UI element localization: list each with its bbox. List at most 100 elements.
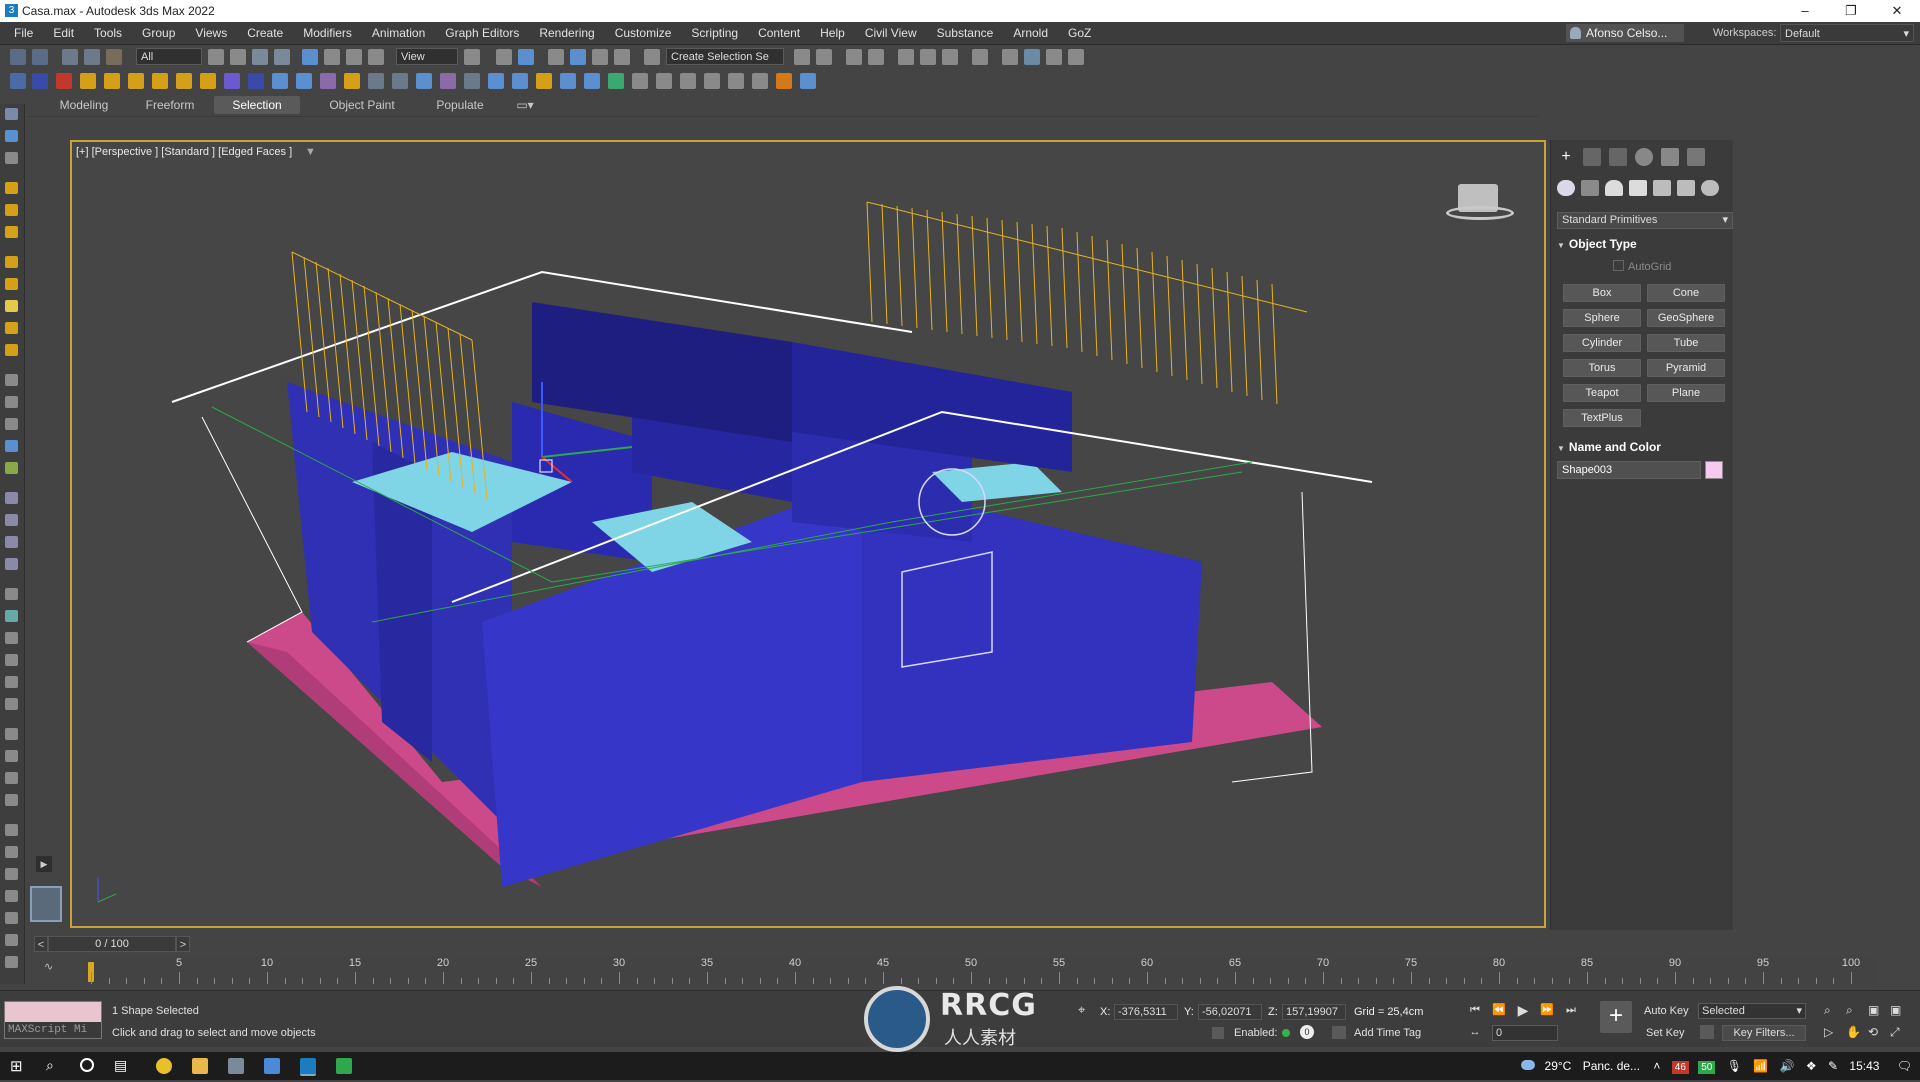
set-key-button[interactable]: Set Key	[1646, 1027, 1685, 1039]
grey-tool-2-icon[interactable]	[392, 73, 408, 89]
clock-time[interactable]: 15:43	[1849, 1059, 1879, 1073]
yellow-tool-2-icon[interactable]	[128, 73, 144, 89]
menu-graph-editors[interactable]: Graph Editors	[435, 22, 529, 44]
weather-icon[interactable]	[1521, 1060, 1536, 1070]
yellow-tool-4-icon[interactable]	[176, 73, 192, 89]
strip-icon-5[interactable]	[5, 204, 18, 216]
mirror-icon[interactable]	[794, 49, 810, 65]
go-to-start-icon[interactable]: ⏮	[1468, 1003, 1482, 1017]
strip-icon-15[interactable]	[5, 440, 18, 452]
plane-button[interactable]: Plane	[1647, 384, 1725, 402]
key-tangent-icon[interactable]	[1700, 1025, 1714, 1039]
bind-space-warp-icon[interactable]	[106, 49, 122, 65]
strip-icon-20[interactable]	[5, 558, 18, 570]
menu-scripting[interactable]: Scripting	[681, 22, 748, 44]
x-coordinate-input[interactable]: -376,5311	[1114, 1004, 1178, 1020]
zoom-extents-icon[interactable]: ▣	[1868, 1003, 1879, 1017]
curve-editor-icon[interactable]	[920, 49, 936, 65]
dropbox-icon[interactable]: ❖	[1806, 1059, 1817, 1073]
menu-arnold[interactable]: Arnold	[1003, 22, 1058, 44]
selection-set-select[interactable]: Selected ▾	[1698, 1003, 1806, 1019]
purple-tool-icon[interactable]	[320, 73, 336, 89]
strip-icon-4[interactable]	[5, 182, 18, 194]
blue-tool-6-icon[interactable]	[512, 73, 528, 89]
tray-badge-green[interactable]: 50	[1698, 1061, 1716, 1074]
pivot-icon[interactable]	[464, 49, 480, 65]
display-tab-icon[interactable]	[1661, 148, 1679, 166]
strip-icon-31[interactable]	[5, 824, 18, 836]
tab-object-paint[interactable]: Object Paint	[312, 96, 412, 114]
menu-help[interactable]: Help	[810, 22, 855, 44]
strip-icon-10[interactable]	[5, 322, 18, 334]
menu-customize[interactable]: Customize	[605, 22, 682, 44]
strip-icon-34[interactable]	[5, 890, 18, 902]
utilities-tab-icon[interactable]	[1687, 148, 1705, 166]
selection-filter-select[interactable]: All	[136, 48, 202, 65]
spinner-snap-icon[interactable]	[614, 49, 630, 65]
blue-tool-5-icon[interactable]	[488, 73, 504, 89]
cortana-icon[interactable]	[80, 1058, 94, 1072]
isolate-icon[interactable]: 0	[1300, 1025, 1314, 1039]
rect-selection-icon[interactable]	[252, 49, 268, 65]
menu-goz[interactable]: GoZ	[1058, 22, 1101, 44]
strip-icon-25[interactable]	[5, 676, 18, 688]
blue-tool-1-icon[interactable]	[248, 73, 264, 89]
user-account-button[interactable]: Afonso Celso...	[1566, 24, 1684, 42]
file-explorer-icon[interactable]	[192, 1058, 208, 1074]
link-icon[interactable]	[62, 49, 78, 65]
object-name-input[interactable]: Shape003	[1557, 461, 1701, 479]
modify-tab-icon[interactable]	[1583, 148, 1601, 166]
prev-key-icon[interactable]: ⏪	[1492, 1003, 1506, 1017]
strip-icon-28[interactable]	[5, 750, 18, 762]
blue-tool-4-icon[interactable]	[416, 73, 432, 89]
auto-key-button[interactable]: Auto Key	[1644, 1005, 1689, 1017]
menu-edit[interactable]: Edit	[43, 22, 84, 44]
menu-file[interactable]: File	[4, 22, 43, 44]
strip-icon-11[interactable]	[5, 344, 18, 356]
maxscript-listener[interactable]: MAXScript Mi	[4, 1001, 102, 1039]
app-icon-blue[interactable]	[264, 1058, 280, 1074]
menu-rendering[interactable]: Rendering	[529, 22, 604, 44]
object-color-swatch[interactable]	[1705, 461, 1723, 479]
checker-icon[interactable]	[680, 73, 696, 89]
menu-content[interactable]: Content	[748, 22, 810, 44]
purple-tool-2-icon[interactable]	[440, 73, 456, 89]
box-button[interactable]: Box	[1563, 284, 1641, 302]
y-coordinate-input[interactable]: -56,02071	[1198, 1004, 1262, 1020]
tile-tool-icon[interactable]	[800, 73, 816, 89]
strip-icon-7[interactable]	[5, 256, 18, 268]
strip-icon-29[interactable]	[5, 772, 18, 784]
blue-tool-2-icon[interactable]	[272, 73, 288, 89]
sphere-button[interactable]: Sphere	[1563, 309, 1641, 327]
viewcube[interactable]	[1444, 170, 1516, 226]
menu-animation[interactable]: Animation	[362, 22, 435, 44]
ribbon-options-icon[interactable]: ▭▾	[510, 96, 540, 114]
undo-icon[interactable]	[10, 49, 26, 65]
enabled-indicator-icon[interactable]	[1282, 1029, 1290, 1037]
time-tag-icon[interactable]	[1332, 1026, 1346, 1039]
yellow-tool-5-icon[interactable]	[200, 73, 216, 89]
perspective-viewport[interactable]: [+] [Perspective ] [Standard ] [Edged Fa…	[70, 140, 1546, 928]
yellow-tool-7-icon[interactable]	[536, 73, 552, 89]
notifications-icon[interactable]: 🗨	[1897, 1059, 1912, 1073]
blue-tool-3-icon[interactable]	[296, 73, 312, 89]
edit-named-sets-icon[interactable]	[644, 49, 660, 65]
create-tab-icon[interactable]: +	[1557, 148, 1575, 166]
refresh-tool-icon[interactable]	[752, 73, 768, 89]
maxscript-mini-input[interactable]: MAXScript Mi	[5, 1022, 101, 1038]
helpers-icon[interactable]	[1653, 180, 1671, 196]
strip-icon-37[interactable]	[5, 956, 18, 968]
zoom-extents-all-icon[interactable]: ▣	[1890, 1003, 1901, 1017]
pencil-tool-icon[interactable]	[80, 73, 96, 89]
curve-editor-toggle-icon[interactable]: ∿	[44, 960, 68, 980]
set-keys-big-button[interactable]: +	[1600, 1001, 1632, 1033]
keyboard-shortcut-icon[interactable]	[518, 49, 534, 65]
add-time-tag-button[interactable]: Add Time Tag	[1354, 1027, 1421, 1039]
textplus-button[interactable]: TextPlus	[1563, 409, 1641, 427]
yellow-tool-3-icon[interactable]	[152, 73, 168, 89]
windows-start-icon[interactable]: ⊞	[10, 1057, 23, 1075]
geosphere-button[interactable]: GeoSphere	[1647, 309, 1725, 327]
select-by-name-icon[interactable]	[230, 49, 246, 65]
tray-chevron-icon[interactable]: ˄	[1653, 1059, 1660, 1073]
strip-icon-3[interactable]	[5, 152, 18, 164]
